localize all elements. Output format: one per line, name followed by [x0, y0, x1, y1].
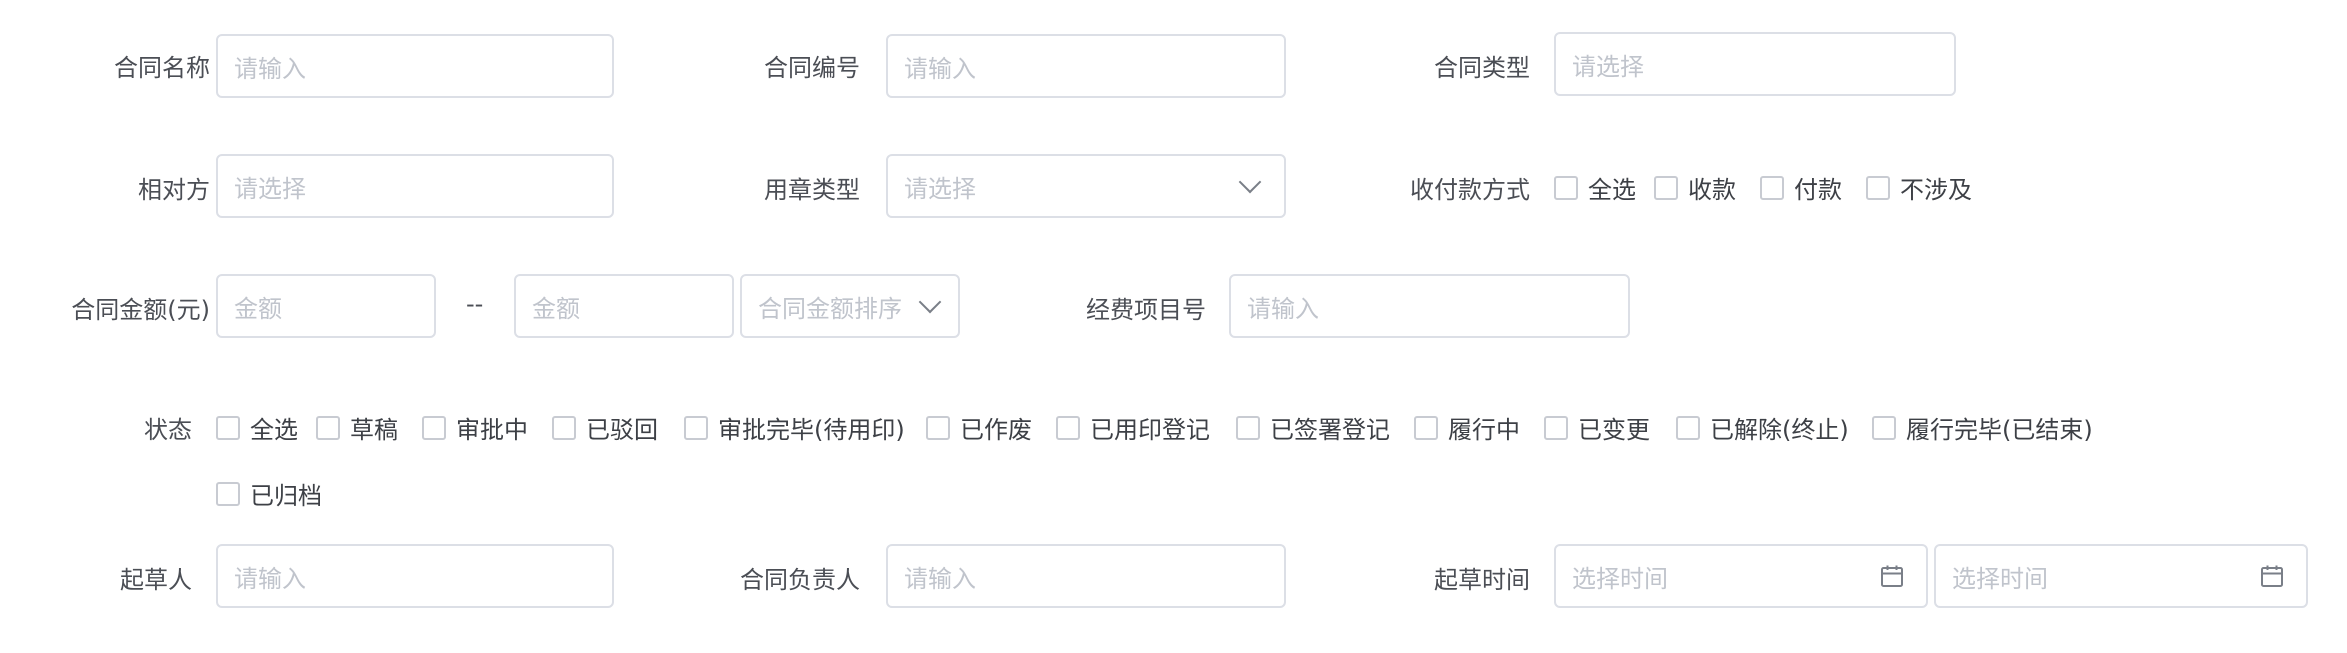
- checkbox[interactable]: [1414, 415, 1438, 440]
- payment-option-pay[interactable]: 付款: [1760, 170, 1842, 205]
- status-option[interactable]: 已变更: [1544, 410, 1650, 445]
- status-option[interactable]: 已作废: [926, 410, 1032, 445]
- amount-sort-select[interactable]: 合同金额排序: [740, 274, 960, 338]
- checkbox[interactable]: [1544, 415, 1568, 440]
- contract-type-placeholder: 请选择: [1572, 52, 1644, 81]
- checkbox[interactable]: [1654, 175, 1678, 200]
- checkbox-label: 已作废: [960, 416, 1032, 444]
- status-option[interactable]: 已签署登记: [1236, 410, 1390, 445]
- checkbox[interactable]: [1554, 175, 1578, 200]
- status-label: 状态: [144, 416, 192, 444]
- checkbox-label: 全选: [250, 416, 298, 444]
- checkbox-label: 不涉及: [1900, 176, 1972, 204]
- amount-max-input[interactable]: 金额: [514, 274, 734, 338]
- project-no-label: 经费项目号: [1086, 296, 1206, 324]
- seal-type-placeholder: 请选择: [904, 174, 976, 203]
- contract-name-input[interactable]: 请输入: [216, 34, 614, 98]
- chevron-down-icon: [918, 290, 942, 314]
- project-no-placeholder: 请输入: [1247, 294, 1319, 323]
- payment-option-all[interactable]: 全选: [1554, 170, 1636, 205]
- checkbox[interactable]: [684, 415, 708, 440]
- amount-range-separator: --: [466, 290, 484, 318]
- draft-time-label: 起草时间: [1434, 566, 1530, 594]
- amount-min-input[interactable]: 金额: [216, 274, 436, 338]
- checkbox[interactable]: [422, 415, 446, 440]
- checkbox[interactable]: [316, 415, 340, 440]
- status-option[interactable]: 全选: [216, 410, 298, 445]
- checkbox-label: 审批中: [456, 416, 528, 444]
- calendar-icon: [2261, 565, 2283, 587]
- status-option[interactable]: 已驳回: [552, 410, 658, 445]
- amount-sort-placeholder: 合同金额排序: [758, 294, 902, 323]
- counterparty-select[interactable]: 请选择: [216, 154, 614, 218]
- checkbox-label: 已解除(终止): [1710, 416, 1849, 444]
- status-option[interactable]: 审批中: [422, 410, 528, 445]
- checkbox-label: 履行完毕(已结束): [1906, 416, 2093, 444]
- status-option[interactable]: 履行完毕(已结束): [1872, 410, 2093, 445]
- draft-time-end-picker[interactable]: 选择时间: [1934, 544, 2308, 608]
- contract-type-label: 合同类型: [1434, 54, 1530, 82]
- seal-type-select[interactable]: 请选择: [886, 154, 1286, 218]
- status-option[interactable]: 已归档: [216, 476, 322, 511]
- checkbox[interactable]: [1676, 415, 1700, 440]
- owner-input[interactable]: 请输入: [886, 544, 1286, 608]
- draft-time-end-placeholder: 选择时间: [1952, 564, 2048, 593]
- checkbox-label: 收款: [1688, 176, 1736, 204]
- chevron-down-icon: [1238, 170, 1262, 194]
- project-no-input[interactable]: 请输入: [1229, 274, 1630, 338]
- checkbox-label: 已驳回: [586, 416, 658, 444]
- checkbox[interactable]: [1872, 415, 1896, 440]
- checkbox-label: 审批完毕(待用印): [718, 416, 905, 444]
- checkbox-label: 履行中: [1448, 416, 1520, 444]
- payment-option-none[interactable]: 不涉及: [1866, 170, 1972, 205]
- checkbox[interactable]: [1760, 175, 1784, 200]
- status-option[interactable]: 审批完毕(待用印): [684, 410, 905, 445]
- checkbox[interactable]: [1236, 415, 1260, 440]
- contract-no-input[interactable]: 请输入: [886, 34, 1286, 98]
- checkbox-label: 已变更: [1578, 416, 1650, 444]
- drafter-label: 起草人: [120, 566, 192, 594]
- draft-time-start-placeholder: 选择时间: [1572, 564, 1668, 593]
- checkbox[interactable]: [216, 481, 240, 506]
- checkbox-label: 付款: [1794, 176, 1842, 204]
- contract-amount-label: 合同金额(元): [71, 296, 210, 324]
- contract-type-select[interactable]: 请选择: [1554, 32, 1956, 96]
- contract-no-label: 合同编号: [764, 54, 860, 82]
- draft-time-start-picker[interactable]: 选择时间: [1554, 544, 1928, 608]
- owner-placeholder: 请输入: [904, 564, 976, 593]
- amount-min-placeholder: 金额: [234, 294, 282, 323]
- status-option[interactable]: 已用印登记: [1056, 410, 1210, 445]
- checkbox-label: 已签署登记: [1270, 416, 1390, 444]
- checkbox[interactable]: [1866, 175, 1890, 200]
- amount-max-placeholder: 金额: [532, 294, 580, 323]
- checkbox-label: 全选: [1588, 176, 1636, 204]
- payment-method-label: 收付款方式: [1410, 176, 1530, 204]
- payment-option-receive[interactable]: 收款: [1654, 170, 1736, 205]
- checkbox-label: 已归档: [250, 482, 322, 510]
- contract-name-placeholder: 请输入: [234, 54, 306, 83]
- checkbox-label: 草稿: [350, 416, 398, 444]
- counterparty-placeholder: 请选择: [234, 174, 306, 203]
- checkbox[interactable]: [1056, 415, 1080, 440]
- seal-type-label: 用章类型: [764, 176, 860, 204]
- counterparty-label: 相对方: [138, 176, 210, 204]
- contract-no-placeholder: 请输入: [904, 54, 976, 83]
- owner-label: 合同负责人: [740, 566, 860, 594]
- drafter-placeholder: 请输入: [234, 564, 306, 593]
- status-option[interactable]: 草稿: [316, 410, 398, 445]
- checkbox[interactable]: [926, 415, 950, 440]
- drafter-input[interactable]: 请输入: [216, 544, 614, 608]
- checkbox[interactable]: [552, 415, 576, 440]
- contract-name-label: 合同名称: [114, 54, 210, 82]
- checkbox[interactable]: [216, 415, 240, 440]
- checkbox-label: 已用印登记: [1090, 416, 1210, 444]
- calendar-icon: [1881, 565, 1903, 587]
- status-option[interactable]: 履行中: [1414, 410, 1520, 445]
- status-option[interactable]: 已解除(终止): [1676, 410, 1849, 445]
